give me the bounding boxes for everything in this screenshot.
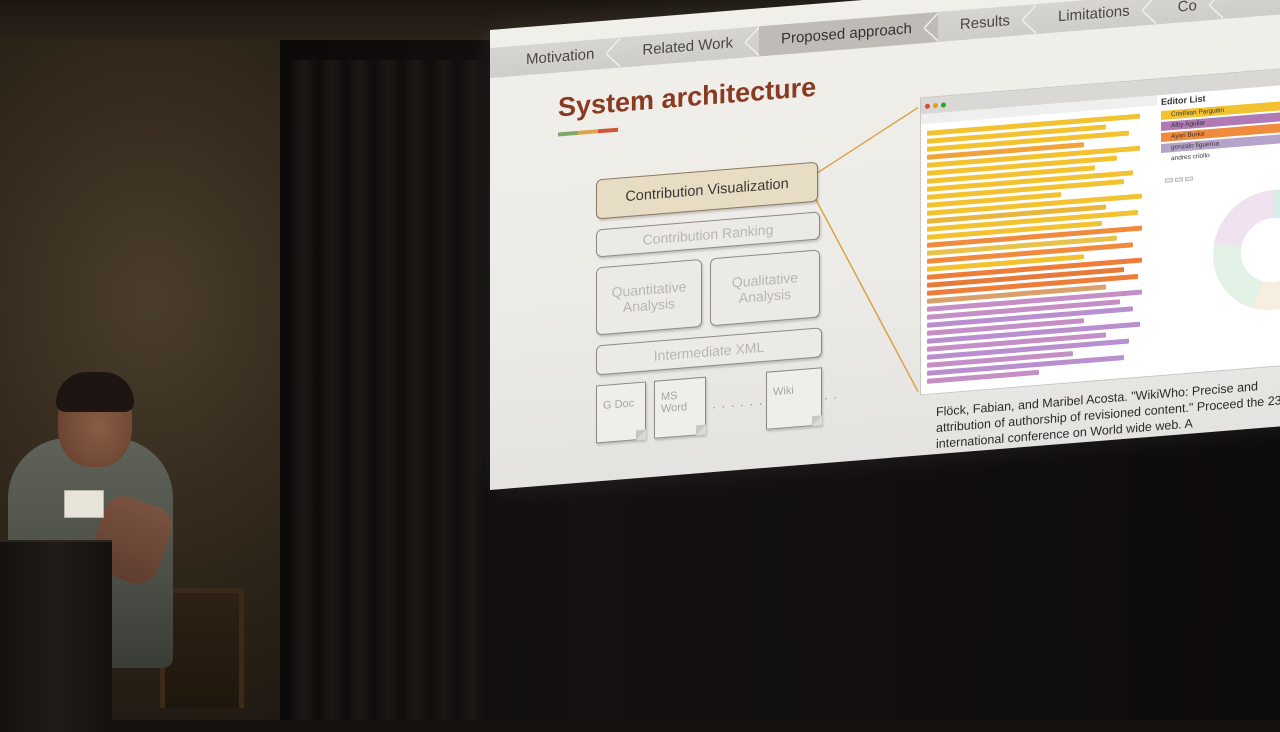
editor-list: Cristhian Parguitin Alby Aguilar Ayari Bur… — [1161, 96, 1280, 166]
browser-minimize-icon — [933, 102, 938, 108]
projected-slide: Motivation Related Work Proposed approac… — [490, 0, 1280, 491]
presenter-hair — [56, 372, 134, 412]
doc-msword: MS Word — [654, 376, 706, 439]
mini-tab-3 — [1185, 176, 1193, 182]
quantitative-analysis-box: Quantitative Analysis — [596, 258, 702, 336]
callout-line-top — [815, 106, 919, 175]
name-badge — [64, 490, 104, 518]
doc-wiki: Wiki — [766, 367, 822, 430]
podium — [0, 540, 112, 732]
chart-mini-tabs — [1165, 176, 1193, 183]
annotated-text — [927, 110, 1151, 387]
mini-tab-1 — [1165, 178, 1173, 183]
callout-line-bottom — [815, 199, 919, 392]
qualitative-analysis-box: Qualitative Analysis — [710, 249, 820, 327]
browser-close-icon — [925, 103, 930, 109]
conference-scene: Motivation Related Work Proposed approac… — [0, 0, 1280, 732]
mini-tab-2 — [1175, 177, 1183, 182]
curtain-folds — [290, 60, 490, 720]
browser-maximize-icon — [941, 101, 946, 108]
wikiwho-screenshot: Editor List Cristhian Parguitin Alby Agui… — [920, 65, 1280, 396]
doc-gdoc: G Doc — [596, 381, 646, 444]
